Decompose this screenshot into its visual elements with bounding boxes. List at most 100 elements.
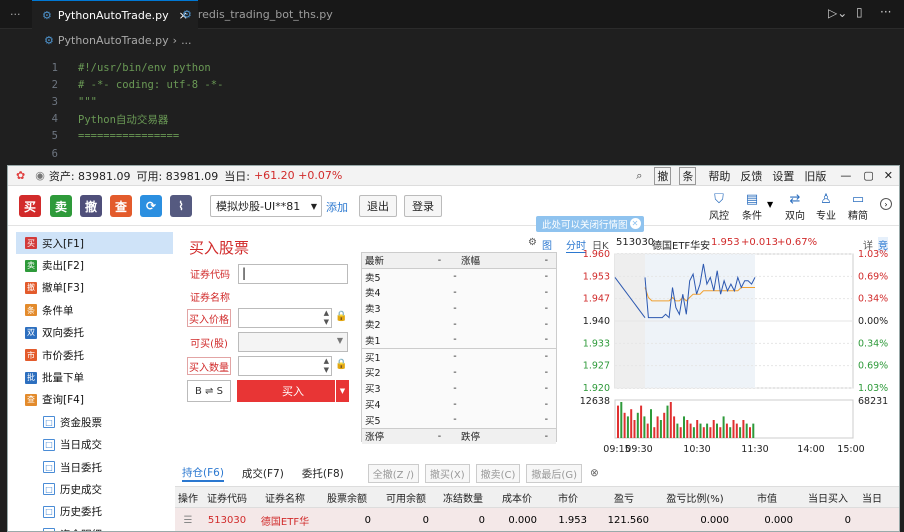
cancel-button[interactable]: 撤: [80, 195, 102, 217]
lock-icon[interactable]: 🔒: [335, 359, 347, 370]
old-version-menu[interactable]: 旧版: [804, 168, 826, 184]
column-header[interactable]: 盈亏比例(%): [655, 490, 735, 505]
split-editor-icon[interactable]: ▯: [856, 5, 863, 19]
minimize-icon[interactable]: —: [840, 169, 851, 182]
search-icon[interactable]: ⌕: [636, 169, 642, 183]
buy-button[interactable]: 买: [19, 195, 41, 217]
two-way-button[interactable]: ⇄ 双向: [778, 192, 812, 222]
sidebar-item[interactable]: 撤撤单[F3]: [16, 277, 173, 299]
sidebar-item[interactable]: □ 历史成交: [16, 478, 173, 500]
run-icon[interactable]: ▷⌄: [828, 6, 847, 20]
quantity-input[interactable]: ▲ ▼: [238, 356, 332, 376]
bottom-action-button[interactable]: 撤最后(G): [526, 463, 582, 483]
column-header[interactable]: 市价: [543, 490, 593, 505]
text-cursor: |: [242, 266, 247, 280]
breadcrumb-sep: ›: [172, 33, 178, 47]
sidebar-item-icon: 条: [25, 304, 37, 317]
add-account-link[interactable]: 添加: [326, 199, 348, 215]
volume-bar: [650, 409, 652, 438]
bottom-action-button[interactable]: 撤买(X): [424, 463, 470, 483]
sidebar-item[interactable]: 买买入[F1]: [16, 232, 173, 255]
logout-button[interactable]: 退出: [359, 195, 397, 217]
pct-tick: 1.03%: [858, 383, 888, 394]
column-header[interactable]: 操作: [175, 490, 201, 505]
chart-toggle-icon[interactable]: 图: [542, 237, 552, 252]
more-icon[interactable]: ···: [0, 0, 24, 29]
chevron-down-icon[interactable]: ▼: [335, 380, 349, 402]
orderbook-footer-cell: -: [544, 430, 548, 442]
refresh-button[interactable]: ⟳: [140, 195, 162, 217]
bottom-action-button[interactable]: 全撤(Z /): [367, 463, 419, 483]
close-window-icon[interactable]: ✕: [884, 169, 893, 182]
pct-tick: 0.34%: [858, 338, 888, 349]
switch-direction-button[interactable]: B ⇌ S: [187, 380, 231, 402]
condition-button[interactable]: ▤ 条件: [735, 192, 769, 222]
breadcrumb-file[interactable]: PythonAutoTrade.py: [58, 34, 169, 47]
price-input[interactable]: ▲ ▼: [238, 308, 332, 328]
sell-button[interactable]: 卖: [50, 195, 72, 217]
sidebar-item[interactable]: 市市价委托: [16, 344, 173, 366]
pro-button[interactable]: ♙ 专业: [809, 192, 843, 222]
chart-button[interactable]: ⌇: [170, 195, 192, 217]
sidebar-item[interactable]: □ 当日成交: [16, 434, 173, 456]
bottom-tab[interactable]: 成交(F7): [242, 466, 284, 481]
column-header[interactable]: 证券名称: [253, 490, 317, 505]
strategy-button[interactable]: 条: [679, 166, 697, 185]
bottom-action-button[interactable]: 撤卖(C): [475, 463, 521, 483]
column-header[interactable]: 成本价: [491, 490, 543, 505]
column-header[interactable]: 证券代码: [201, 490, 253, 505]
withdraw-button[interactable]: 撤: [654, 166, 672, 185]
sidebar-item[interactable]: □ 资金明细: [16, 523, 173, 531]
tab-redis-trading-bot[interactable]: ⚙ redis_trading_bot_ths.py: [172, 0, 343, 29]
simple-button[interactable]: ▭ 精简: [841, 192, 875, 222]
time-tick: 09:30: [625, 444, 652, 455]
column-header[interactable]: 可用余额: [377, 490, 435, 505]
sidebar-item[interactable]: 批批量下单: [16, 366, 173, 388]
column-header[interactable]: 冻结数量: [435, 490, 491, 505]
volume-tick: 12638: [580, 396, 610, 407]
sidebar-item[interactable]: □ 历史委托: [16, 501, 173, 523]
code-line: 6: [51, 148, 58, 160]
buy-submit-button[interactable]: 买入 ▼: [237, 380, 349, 402]
sidebar-item[interactable]: 查查询[F4]: [16, 389, 173, 411]
sidebar-item[interactable]: □ 资金股票: [16, 411, 173, 433]
sidebar: 买买入[F1] 卖卖出[F2] 撤撤单[F3] 条条件单双双向委托市市价委托批批量下单…: [16, 232, 173, 531]
settings-icon[interactable]: ⚙: [528, 237, 537, 248]
maximize-icon[interactable]: ▢: [863, 169, 873, 182]
eye-icon[interactable]: ◉: [35, 169, 45, 182]
bottom-tab[interactable]: 持仓(F6): [182, 465, 224, 482]
code-input[interactable]: |: [238, 264, 348, 284]
sidebar-item[interactable]: 卖卖出[F2]: [16, 254, 173, 276]
risk-control-button[interactable]: ⛉ 风控: [702, 192, 736, 222]
column-header[interactable]: 市值: [735, 490, 799, 505]
close-icon[interactable]: ✕: [629, 218, 641, 229]
editor-tab-bar: ··· ⚙ PythonAutoTrade.py × ⚙ redis_tradi…: [0, 0, 904, 29]
shield-icon: ⛉: [714, 192, 724, 207]
close-icon[interactable]: ⊗: [590, 467, 599, 479]
stepper-icon[interactable]: ▲ ▼: [324, 309, 329, 327]
account-select[interactable]: 模拟炒股-UI**81 ▼: [210, 195, 322, 217]
table-row[interactable]: ☰ 513030 德国ETF华 0 0 0 0.000 1.953 121.560 0.000 0.…: [175, 508, 899, 531]
form-title: 买入股票: [189, 239, 250, 257]
column-header[interactable]: 当日: [857, 490, 887, 505]
bottom-tab[interactable]: 委托(F8): [302, 466, 344, 481]
lock-icon[interactable]: 🔒: [335, 311, 347, 322]
feedback-menu[interactable]: 反馈: [740, 168, 762, 184]
column-header[interactable]: 当日买入: [799, 490, 857, 505]
sidebar-item[interactable]: 双双向委托: [16, 322, 173, 344]
column-header[interactable]: 盈亏: [593, 490, 655, 505]
stepper-icon[interactable]: ▲ ▼: [324, 357, 329, 375]
table-cell: 德国ETF华: [260, 516, 310, 528]
query-button[interactable]: 查: [110, 195, 132, 217]
column-header[interactable]: 股票余额: [317, 490, 377, 505]
help-menu[interactable]: 帮助: [708, 168, 730, 184]
today-label: 当日:: [224, 169, 250, 183]
breadcrumb-rest[interactable]: ...: [181, 34, 192, 47]
chevron-down-icon[interactable]: ▼: [767, 200, 773, 209]
more-actions-icon[interactable]: ···: [880, 5, 891, 19]
login-button[interactable]: 登录: [404, 195, 442, 217]
sidebar-item[interactable]: 条条件单: [16, 299, 173, 321]
collapse-icon[interactable]: ›: [880, 198, 892, 210]
sidebar-item[interactable]: □ 当日委托: [16, 456, 173, 478]
settings-menu[interactable]: 设置: [772, 168, 794, 184]
